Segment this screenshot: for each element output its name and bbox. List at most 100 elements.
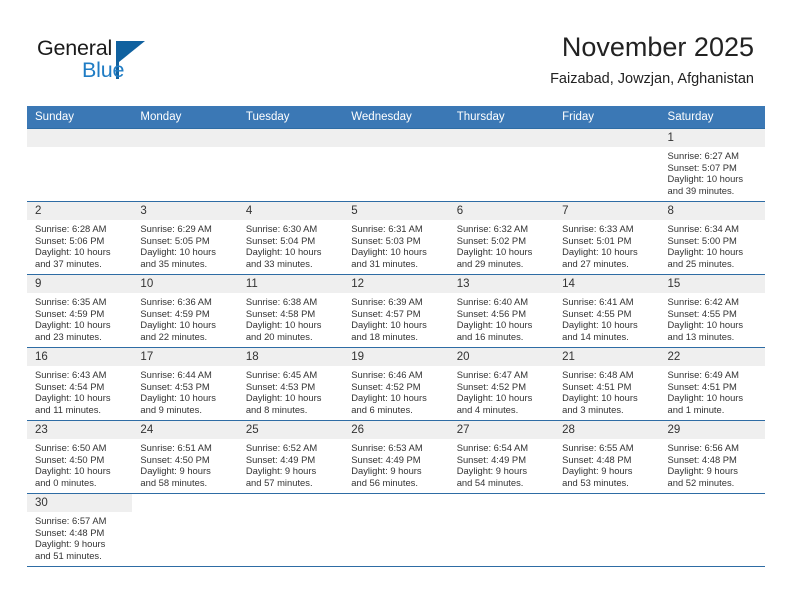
day-cell-inner: 22 Sunrise: 6:49 AM Sunset: 4:51 PM Dayligh…: [659, 348, 765, 420]
daylight-duration-line1: Daylight: 10 hours: [667, 392, 744, 404]
day-details: Sunrise: 6:54 AM Sunset: 4:49 PM Daylight:…: [449, 439, 554, 488]
sunset-time: Sunset: 4:55 PM: [562, 307, 632, 319]
sunrise-time: Sunrise: 6:39 AM: [351, 296, 423, 307]
calendar-day-cell[interactable]: 3 Sunrise: 6:29 AM Sunset: 5:05 PM Daylight…: [132, 201, 238, 275]
weekday-header-sunday: Sunday: [27, 106, 133, 129]
general-blue-logo[interactable]: General Blue: [37, 36, 217, 90]
calendar-day-cell[interactable]: 8 Sunrise: 6:34 AM Sunset: 5:00 PM Daylight…: [659, 201, 765, 275]
calendar-day-cell[interactable]: 28 Sunrise: 6:55 AM Sunset: 4:48 PM Dayligh…: [554, 420, 660, 494]
calendar-day-cell[interactable]: 23 Sunrise: 6:50 AM Sunset: 4:50 PM Dayligh…: [27, 420, 133, 494]
calendar-day-cell[interactable]: 10 Sunrise: 6:36 AM Sunset: 4:59 PM Dayligh…: [132, 274, 238, 348]
sunset-time: Sunset: 4:49 PM: [351, 453, 421, 465]
calendar-day-cell[interactable]: 6 Sunrise: 6:32 AM Sunset: 5:02 PM Daylight…: [448, 201, 555, 275]
day-number: [238, 494, 343, 512]
calendar-day-cell[interactable]: 7 Sunrise: 6:33 AM Sunset: 5:01 PM Daylight…: [554, 201, 660, 275]
calendar-day-cell[interactable]: 22 Sunrise: 6:49 AM Sunset: 4:51 PM Dayligh…: [659, 347, 765, 421]
day-details: Sunrise: 6:52 AM Sunset: 4:49 PM Daylight:…: [238, 439, 343, 488]
calendar-day-cell[interactable]: 19 Sunrise: 6:46 AM Sunset: 4:52 PM Dayligh…: [343, 347, 449, 421]
calendar-week-row: 9 Sunrise: 6:35 AM Sunset: 4:59 PM Daylight…: [27, 274, 765, 348]
calendar-week-row: 30 Sunrise: 6:57 AM Sunset: 4:48 PM Dayligh…: [27, 493, 765, 567]
sunrise-time: Sunrise: 6:33 AM: [562, 223, 634, 234]
calendar-day-cell[interactable]: 21 Sunrise: 6:48 AM Sunset: 4:51 PM Dayligh…: [554, 347, 660, 421]
calendar-day-cell[interactable]: 2 Sunrise: 6:28 AM Sunset: 5:06 PM Daylight…: [27, 201, 133, 275]
sunrise-time: Sunrise: 6:36 AM: [140, 296, 212, 307]
day-details: Sunrise: 6:49 AM Sunset: 4:51 PM Daylight:…: [660, 366, 765, 415]
calendar-day-cell[interactable]: 14 Sunrise: 6:41 AM Sunset: 4:55 PM Dayligh…: [554, 274, 660, 348]
calendar-day-cell[interactable]: 20 Sunrise: 6:47 AM Sunset: 4:52 PM Dayligh…: [448, 347, 555, 421]
daylight-duration-line1: Daylight: 10 hours: [351, 319, 427, 331]
calendar-day-cell-empty[interactable]: [448, 128, 555, 202]
sunrise-time: Sunrise: 6:29 AM: [140, 223, 212, 234]
day-details: Sunrise: 6:29 AM Sunset: 5:05 PM Daylight:…: [132, 220, 237, 269]
day-number: [449, 494, 554, 512]
day-cell-inner: [554, 494, 659, 566]
day-details: Sunrise: 6:45 AM Sunset: 4:53 PM Daylight:…: [238, 366, 343, 415]
day-number: 23: [27, 421, 133, 439]
calendar-day-cell[interactable]: 17 Sunrise: 6:44 AM Sunset: 4:53 PM Dayligh…: [132, 347, 238, 421]
calendar-day-cell[interactable]: 18 Sunrise: 6:45 AM Sunset: 4:53 PM Dayligh…: [237, 347, 344, 421]
calendar-day-cell[interactable]: 4 Sunrise: 6:30 AM Sunset: 5:04 PM Daylight…: [237, 201, 344, 275]
daylight-duration-line2: and 11 minutes.: [35, 403, 102, 415]
daylight-duration-line1: Daylight: 10 hours: [35, 246, 111, 258]
calendar-day-cell-empty[interactable]: [237, 493, 344, 567]
calendar-day-cell-empty[interactable]: [343, 128, 449, 202]
sunrise-time: Sunrise: 6:51 AM: [140, 442, 212, 453]
page-header: General Blue November 2025 Faizabad, Jow…: [0, 0, 792, 105]
daylight-duration-line2: and 57 minutes.: [245, 476, 313, 488]
sunset-time: Sunset: 4:52 PM: [456, 380, 526, 392]
sunrise-time: Sunrise: 6:45 AM: [245, 369, 318, 380]
sunset-time: Sunset: 4:51 PM: [667, 380, 737, 392]
calendar-day-cell-empty[interactable]: [343, 493, 449, 567]
calendar-day-cell-empty[interactable]: [132, 128, 238, 202]
calendar-day-cell[interactable]: 30 Sunrise: 6:57 AM Sunset: 4:48 PM Dayligh…: [27, 493, 133, 567]
calendar-day-cell-empty[interactable]: [132, 493, 238, 567]
daylight-duration-line2: and 16 minutes.: [456, 330, 524, 342]
day-number: [343, 129, 449, 147]
calendar-day-cell[interactable]: 26 Sunrise: 6:53 AM Sunset: 4:49 PM Dayligh…: [343, 420, 449, 494]
calendar-day-cell[interactable]: 1 Sunrise: 6:27 AM Sunset: 5:07 PM Daylight…: [659, 128, 765, 202]
sunrise-time: Sunrise: 6:50 AM: [35, 442, 107, 453]
sunrise-time: Sunrise: 6:30 AM: [245, 223, 318, 234]
calendar-day-cell[interactable]: 25 Sunrise: 6:52 AM Sunset: 4:49 PM Dayligh…: [237, 420, 344, 494]
daylight-duration-line2: and 8 minutes.: [245, 403, 308, 415]
daylight-duration-line2: and 58 minutes.: [140, 476, 208, 488]
calendar-day-cell-empty[interactable]: [554, 128, 660, 202]
calendar-day-cell[interactable]: 11 Sunrise: 6:38 AM Sunset: 4:58 PM Dayligh…: [237, 274, 344, 348]
day-cell-inner: 19 Sunrise: 6:46 AM Sunset: 4:52 PM Dayligh…: [343, 348, 449, 420]
day-details: Sunrise: 6:48 AM Sunset: 4:51 PM Daylight:…: [554, 366, 659, 415]
day-cell-inner: 21 Sunrise: 6:48 AM Sunset: 4:51 PM Dayligh…: [554, 348, 660, 420]
day-cell-inner: 16 Sunrise: 6:43 AM Sunset: 4:54 PM Dayligh…: [27, 348, 133, 420]
day-number: 10: [132, 275, 238, 293]
calendar-day-cell[interactable]: 24 Sunrise: 6:51 AM Sunset: 4:50 PM Dayligh…: [132, 420, 238, 494]
daylight-duration-line1: Daylight: 9 hours: [35, 538, 106, 550]
calendar-day-cell[interactable]: 13 Sunrise: 6:40 AM Sunset: 4:56 PM Dayligh…: [448, 274, 555, 348]
day-cell-inner: 26 Sunrise: 6:53 AM Sunset: 4:49 PM Dayligh…: [343, 421, 449, 493]
day-details: Sunrise: 6:28 AM Sunset: 5:06 PM Daylight:…: [27, 220, 132, 269]
daylight-duration-line2: and 1 minute.: [667, 403, 725, 415]
calendar-day-cell-empty[interactable]: [237, 128, 344, 202]
calendar-day-cell[interactable]: 9 Sunrise: 6:35 AM Sunset: 4:59 PM Daylight…: [27, 274, 133, 348]
calendar-page: General Blue November 2025 Faizabad, Jow…: [0, 0, 792, 612]
calendar-day-cell[interactable]: 15 Sunrise: 6:42 AM Sunset: 4:55 PM Dayligh…: [659, 274, 765, 348]
calendar-day-cell-empty[interactable]: [554, 493, 660, 567]
calendar-day-cell[interactable]: 5 Sunrise: 6:31 AM Sunset: 5:03 PM Daylight…: [343, 201, 449, 275]
day-number: 21: [554, 348, 660, 366]
daylight-duration-line2: and 13 minutes.: [667, 330, 735, 342]
day-details: Sunrise: 6:41 AM Sunset: 4:55 PM Daylight:…: [554, 293, 659, 342]
day-details: Sunrise: 6:36 AM Sunset: 4:59 PM Daylight:…: [132, 293, 237, 342]
calendar-week-row: 1 Sunrise: 6:27 AM Sunset: 5:07 PM Daylight…: [27, 128, 765, 202]
sunset-time: Sunset: 5:07 PM: [667, 161, 737, 173]
calendar-day-cell-empty[interactable]: [27, 128, 133, 202]
calendar-day-cell[interactable]: 16 Sunrise: 6:43 AM Sunset: 4:54 PM Dayligh…: [27, 347, 133, 421]
day-number: 14: [554, 275, 660, 293]
day-number: 2: [27, 202, 133, 220]
calendar-day-cell[interactable]: 29 Sunrise: 6:56 AM Sunset: 4:48 PM Dayligh…: [659, 420, 765, 494]
calendar-day-cell[interactable]: 12 Sunrise: 6:39 AM Sunset: 4:57 PM Dayligh…: [343, 274, 449, 348]
day-number: 16: [27, 348, 133, 366]
calendar-day-cell-empty[interactable]: [448, 493, 555, 567]
calendar-day-cell-empty[interactable]: [659, 493, 765, 567]
day-cell-inner: 27 Sunrise: 6:54 AM Sunset: 4:49 PM Dayligh…: [448, 421, 555, 493]
calendar-week-row: 16 Sunrise: 6:43 AM Sunset: 4:54 PM Dayligh…: [27, 347, 765, 421]
daylight-duration-line1: Daylight: 10 hours: [245, 392, 322, 404]
calendar-day-cell[interactable]: 27 Sunrise: 6:54 AM Sunset: 4:49 PM Dayligh…: [448, 420, 555, 494]
